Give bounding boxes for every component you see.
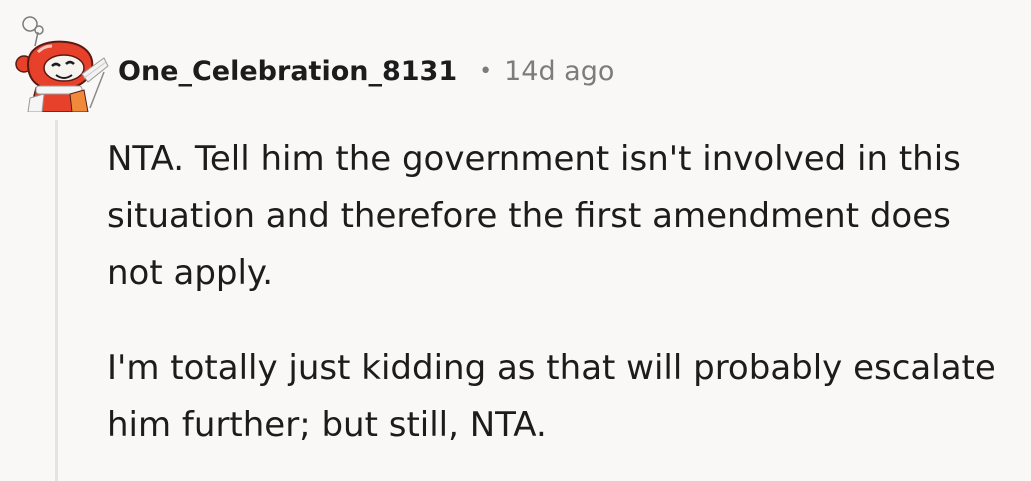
comment-meta: • 14d ago [479, 56, 614, 87]
comment-header: One_Celebration_8131 • 14d ago [118, 48, 614, 94]
thread-line[interactable] [55, 120, 58, 481]
separator-dot: • [479, 58, 493, 84]
comment: One_Celebration_8131 • 14d ago NTA. Tell… [0, 0, 1031, 481]
comment-timestamp[interactable]: 14d ago [504, 56, 614, 87]
comment-paragraph: I'm totally just kidding as that will pr… [107, 348, 996, 445]
snoo-avatar-icon [15, 16, 109, 113]
comment-body: NTA. Tell him the government isn't invol… [107, 131, 1017, 454]
user-avatar[interactable] [8, 12, 112, 113]
comment-paragraph: NTA. Tell him the government isn't invol… [107, 139, 961, 293]
username-link[interactable]: One_Celebration_8131 [118, 56, 457, 87]
